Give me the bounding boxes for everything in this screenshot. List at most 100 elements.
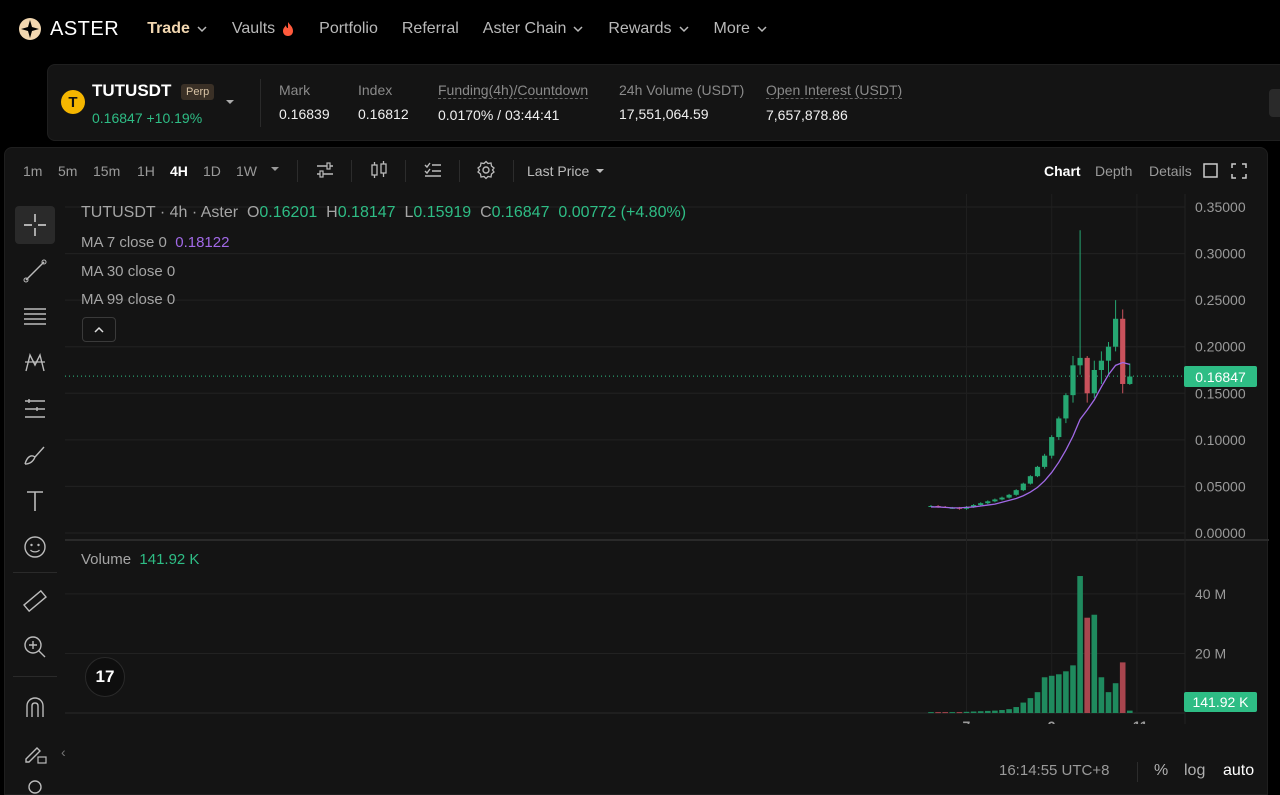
brand-name: ASTER (50, 17, 120, 40)
price-tick-label: 0.35000 (1195, 199, 1246, 215)
stat-mark-value: 0.16839 (279, 106, 330, 122)
ma7-legend[interactable]: MA 7 close 0 0.18122 (81, 234, 229, 251)
toolbar-divider (405, 160, 406, 182)
brush-tool[interactable] (15, 436, 55, 474)
candle-body (1049, 437, 1055, 456)
horizontal-lines-tool[interactable] (15, 298, 55, 336)
volume-bar (992, 710, 998, 713)
nav-aster-chain[interactable]: Aster Chain (483, 20, 585, 38)
timeframe-5m[interactable]: 5m (58, 163, 77, 179)
layout-square-icon[interactable] (1203, 163, 1218, 178)
stat-open-interest-label[interactable]: Open Interest (USDT) (766, 82, 903, 99)
flame-icon (283, 22, 294, 36)
chart-clock[interactable]: 16:14:55 UTC+8 (999, 762, 1110, 779)
timeframe-1d[interactable]: 1D (203, 163, 221, 179)
timeframe-4h[interactable]: 4H (170, 163, 188, 179)
candle-type-icon[interactable] (369, 160, 389, 180)
nav-more[interactable]: More (714, 20, 768, 38)
toolbar-divider (459, 160, 460, 182)
candle-body (1063, 395, 1069, 419)
stat-funding: Funding(4h)/Countdown 0.0170% / 03:44:41 (438, 82, 589, 123)
nav-more-label: More (713, 20, 750, 37)
stat-funding-label[interactable]: Funding(4h)/Countdown (438, 82, 589, 99)
candle-body (1027, 476, 1033, 484)
legend-collapse-button[interactable] (82, 317, 116, 342)
timeframe-1w[interactable]: 1W (236, 163, 257, 179)
candle-body (999, 497, 1005, 500)
settings-gear-icon[interactable] (476, 160, 496, 180)
legend-close-label: C (480, 204, 492, 221)
volume-bar (1020, 702, 1027, 713)
brand-logo[interactable]: ASTER (18, 17, 119, 41)
timeframe-15m[interactable]: 15m (93, 163, 120, 179)
time-tick-label: 11 (1133, 718, 1148, 724)
tab-chart[interactable]: Chart (1044, 163, 1081, 179)
log-scale-toggle[interactable]: log (1184, 762, 1205, 780)
volume-label: Volume (81, 551, 132, 568)
ma99-legend[interactable]: MA 99 close 0 (81, 291, 175, 308)
text-tool[interactable] (15, 482, 55, 520)
price-tick-label: 0.00000 (1195, 525, 1246, 541)
nav-referral[interactable]: Referral (402, 20, 459, 38)
current-price-tag: 0.16847 (1184, 366, 1257, 387)
fib-tool[interactable] (15, 390, 55, 428)
last-price-change: 0.16847 +10.19% (92, 110, 203, 126)
volume-bar (956, 712, 963, 714)
price-chart[interactable]: 0.35000 0.30000 0.25000 0.20000 0.15000 0.100… (65, 194, 1269, 724)
candle-body (1120, 318, 1126, 384)
volume-bar (977, 711, 984, 713)
volume-bar (942, 712, 948, 714)
percent-scale-toggle[interactable]: % (1154, 762, 1168, 780)
price-tick-label: 0.25000 (1195, 292, 1246, 308)
crosshair-tool[interactable] (15, 206, 55, 244)
legend-title: TUTUSDT · 4h · Aster (81, 204, 239, 221)
current-volume-tag: 141.92 K (1184, 692, 1257, 712)
pattern-tool[interactable] (15, 344, 55, 382)
zoom-tool[interactable] (15, 628, 55, 666)
stat-funding-value: 0.0170% / 03:44:41 (438, 107, 560, 123)
volume-bar (1034, 692, 1041, 713)
volume-bar (1048, 675, 1055, 713)
tab-details[interactable]: Details (1149, 163, 1192, 179)
volume-bar (970, 711, 977, 713)
top-nav: ASTER Trade Vaults Portfolio Referral As… (0, 0, 1280, 58)
volume-bar (949, 712, 956, 714)
trendline-tool[interactable] (15, 252, 55, 290)
ma30-legend[interactable]: MA 30 close 0 (81, 263, 175, 280)
volume-bar (1041, 677, 1048, 713)
chevron-down-icon (757, 26, 767, 33)
timeframe-1h[interactable]: 1H (137, 163, 155, 179)
nav-vaults[interactable]: Vaults (232, 20, 295, 38)
perp-badge: Perp (181, 84, 215, 100)
symbol-name[interactable]: TUTUSDT (92, 81, 171, 101)
candle-body (1077, 357, 1083, 366)
checklist-icon[interactable] (423, 160, 443, 180)
volume-bar (1112, 683, 1119, 713)
volume-bar (1105, 692, 1112, 713)
nav-rewards[interactable]: Rewards (608, 20, 689, 38)
indicators-icon[interactable] (315, 160, 335, 180)
timeframe-1m[interactable]: 1m (23, 163, 42, 179)
nav-trade-label: Trade (147, 20, 190, 37)
timeframe-dropdown-icon[interactable] (269, 163, 281, 175)
volume-bar (1063, 671, 1069, 713)
nav-trade[interactable]: Trade (147, 20, 208, 38)
nav-portfolio[interactable]: Portfolio (319, 20, 378, 38)
tradingview-logo-icon[interactable]: 17 (85, 657, 125, 697)
price-type-select[interactable]: Last Price (527, 163, 605, 179)
toolbar-divider (351, 160, 352, 182)
price-tick-label: 0.30000 (1195, 246, 1246, 262)
fullscreen-icon[interactable] (1231, 163, 1247, 179)
magnet-tool[interactable] (15, 688, 55, 726)
auto-scale-toggle[interactable]: auto (1223, 762, 1254, 780)
emoji-tool[interactable] (15, 528, 55, 566)
volume-bar (999, 710, 1005, 713)
candle-body (1006, 494, 1012, 498)
ticker-side-button[interactable] (1269, 89, 1280, 117)
tab-depth[interactable]: Depth (1095, 163, 1132, 179)
toolbar-divider (297, 160, 298, 182)
symbol-dropdown-icon[interactable] (224, 96, 236, 108)
ruler-tool[interactable] (15, 582, 55, 620)
volume-bar (1070, 665, 1076, 713)
stat-index-value: 0.16812 (358, 106, 409, 122)
